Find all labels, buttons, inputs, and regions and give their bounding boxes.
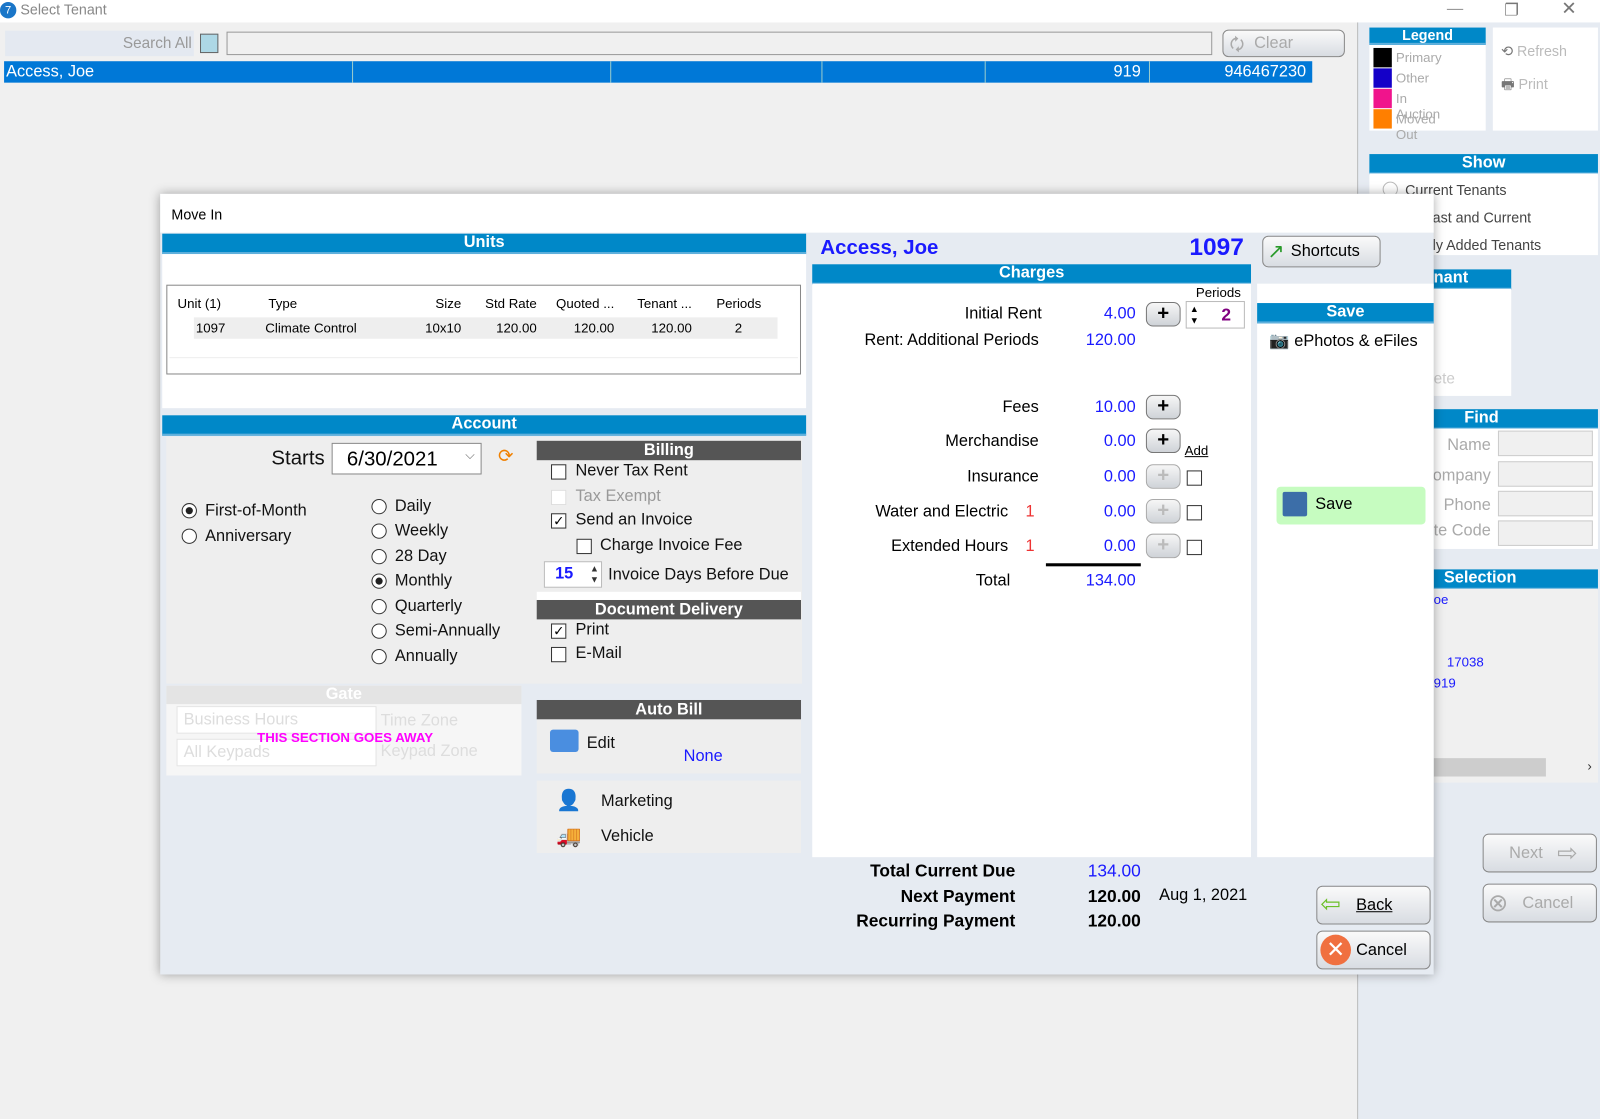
search-all-label: Search All — [122, 34, 192, 53]
restore-button[interactable]: ❐ — [1504, 0, 1519, 20]
charges-panel — [812, 283, 1252, 858]
close-button[interactable]: ✕ — [1561, 0, 1576, 19]
refresh-button[interactable]: ⟲ Refresh — [1501, 43, 1567, 60]
print-button[interactable]: 🖶 Print — [1501, 73, 1548, 97]
table-row[interactable]: Access, Joe 919 946467230 — [4, 61, 1313, 83]
ephotos-button[interactable]: 📷 ePhotos & eFiles — [1269, 331, 1417, 351]
legend-box: Legend Primary Other In Auction Moved Ou… — [1369, 27, 1486, 142]
add-insurance-button[interactable]: + — [1145, 464, 1181, 489]
daily-radio[interactable] — [371, 498, 387, 515]
credit-card-icon — [549, 729, 579, 753]
horizontal-scrollbar[interactable]: › — [1433, 758, 1598, 777]
actions-box: ⟲ Refresh 🖶 Print — [1492, 27, 1598, 131]
arrow-right-icon: ⇨ — [1557, 839, 1578, 868]
28-day-radio[interactable] — [371, 548, 387, 565]
tax-exempt-checkbox[interactable] — [551, 489, 567, 506]
send-invoice-checkbox[interactable]: ✓ — [551, 513, 567, 529]
floppy-disk-icon — [1282, 491, 1308, 517]
selection-box: oe 17038 919 › — [1433, 588, 1598, 783]
cancel-icon: ✕ — [1320, 934, 1352, 966]
periods-stepper[interactable]: ▲ ▼ 2 — [1185, 301, 1245, 329]
starts-date-picker[interactable]: 6/30/2021 ⌵ — [331, 442, 482, 475]
add-water-electric-button[interactable]: + — [1145, 498, 1181, 524]
marketing-button[interactable]: Marketing — [601, 793, 673, 811]
clear-button[interactable]: 🗘 Clear — [1222, 29, 1345, 58]
never-tax-rent-checkbox[interactable] — [551, 464, 567, 480]
gate-notice: THIS SECTION GOES AWAY — [257, 729, 434, 745]
find-name-input[interactable] — [1497, 430, 1593, 457]
dialog-title: Move In — [171, 206, 223, 223]
table-row[interactable]: 1097 Climate Control 10x10 120.00 120.00… — [193, 317, 778, 339]
legend-swatch — [1373, 47, 1392, 68]
insurance-checkbox[interactable] — [1186, 470, 1203, 486]
cancel-button[interactable]: ✕ Cancel — [1316, 930, 1431, 970]
add-link[interactable]: Add — [1185, 443, 1209, 458]
print-checkbox[interactable]: ✓ — [551, 623, 567, 639]
units-table: Unit (1) Type Size Std Rate Quoted ... T… — [166, 284, 802, 375]
annually-radio[interactable] — [371, 648, 387, 665]
email-checkbox[interactable] — [551, 646, 567, 663]
water-electric-checkbox[interactable] — [1186, 505, 1203, 521]
charge-invoice-fee-checkbox[interactable] — [576, 538, 592, 555]
search-all-checkbox[interactable] — [199, 33, 219, 54]
app-logo-icon: 7 — [0, 2, 17, 19]
back-button[interactable]: ⇦ Back — [1316, 885, 1431, 925]
arrow-left-icon: ⇦ — [1320, 890, 1341, 919]
camera-icon: 📷 — [1269, 332, 1290, 350]
monthly-radio[interactable] — [371, 573, 387, 589]
unit-number: 1097 — [1189, 233, 1244, 262]
autobill-edit-button[interactable]: Edit — [587, 735, 615, 753]
legend-swatch — [1373, 109, 1392, 129]
cancel-icon: ⊗ — [1487, 889, 1509, 918]
window-title: Select Tenant — [20, 1, 107, 18]
shortcuts-button[interactable]: ↗ Shortcuts — [1262, 235, 1381, 268]
add-merchandise-button[interactable]: + — [1145, 428, 1181, 454]
legend-swatch — [1373, 68, 1392, 88]
refresh-icon: ⟲ — [1501, 42, 1513, 60]
legend-swatch — [1373, 88, 1392, 109]
next-button[interactable]: Next ⇨ — [1482, 833, 1597, 873]
delete-button[interactable]: ete — [1434, 370, 1455, 387]
first-of-month-radio[interactable] — [181, 503, 197, 519]
recalculate-icon[interactable]: ⟳ — [498, 446, 513, 467]
gate-section: Gate Business Hours Time Zone All Keypad… — [166, 685, 522, 776]
invoice-days-stepper[interactable]: 15 ▲ ▼ — [543, 561, 603, 588]
tenant-name: Access, Joe — [820, 236, 939, 260]
add-fees-button[interactable]: + — [1145, 394, 1181, 420]
anniversary-radio[interactable] — [181, 528, 197, 544]
find-company-input[interactable] — [1497, 461, 1593, 487]
search-label-box: Search All — [5, 30, 194, 57]
vehicle-icon: 🚚 — [556, 825, 582, 848]
find-box: Name ompany Phone te Code — [1433, 428, 1598, 549]
find-gate-code-input[interactable] — [1497, 520, 1593, 546]
minimize-button[interactable]: — — [1447, 0, 1463, 18]
shortcut-arrow-icon: ↗ — [1267, 240, 1285, 264]
chevron-down-icon: ⌵ — [465, 447, 475, 463]
add-extended-hours-button[interactable]: + — [1145, 533, 1181, 559]
add-rent-button[interactable]: + — [1145, 302, 1181, 327]
nav-cancel-button[interactable]: ⊗ Cancel — [1482, 883, 1597, 923]
weekly-radio[interactable] — [371, 523, 387, 539]
vehicle-button[interactable]: Vehicle — [601, 828, 654, 846]
semi-annually-radio[interactable] — [371, 623, 387, 639]
show-header: Show — [1369, 154, 1598, 175]
save-button[interactable]: Save — [1276, 486, 1426, 525]
title-bar: 7 Select Tenant — ❐ ✕ — [0, 0, 1600, 23]
extended-hours-checkbox[interactable] — [1186, 539, 1203, 556]
search-input[interactable] — [226, 31, 1213, 56]
marketing-icon: 👤 — [556, 789, 582, 813]
printer-icon: 🖶 — [1501, 75, 1515, 92]
find-phone-input[interactable] — [1497, 490, 1593, 517]
total-divider — [1045, 563, 1141, 567]
quarterly-radio[interactable] — [371, 598, 387, 615]
clear-icon: 🗘 — [1229, 36, 1245, 55]
